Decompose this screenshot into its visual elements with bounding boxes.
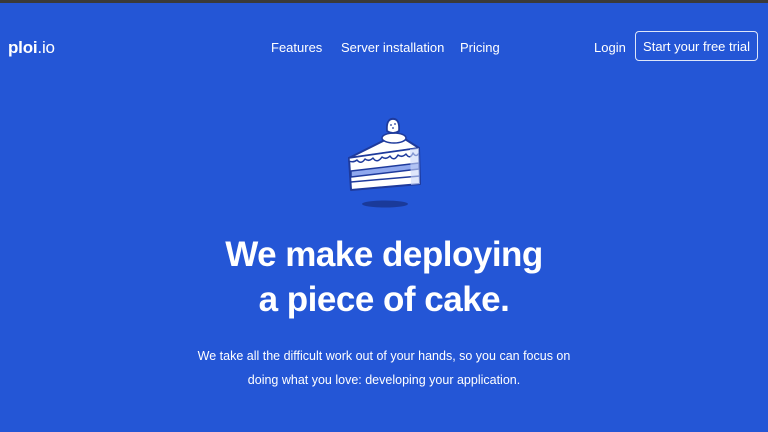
nav-item-server-installation[interactable]: Server installation xyxy=(341,40,444,55)
hero-headline-line-2: a piece of cake. xyxy=(258,280,510,319)
hero-subtext-line-2: doing what you love: developing your app… xyxy=(247,373,521,387)
login-link[interactable]: Login xyxy=(594,40,626,55)
cake-side-shade xyxy=(410,148,420,185)
cake-cream-blob xyxy=(381,132,407,144)
cake-slice-icon xyxy=(340,116,430,212)
nav-item-pricing[interactable]: Pricing xyxy=(460,40,500,55)
browser-top-strip xyxy=(0,0,768,3)
hero-subtext: We take all the difficult work out of yo… xyxy=(0,344,768,392)
nav-item-features[interactable]: Features xyxy=(271,40,322,55)
hero-headline-line-1: We make deploying xyxy=(225,235,543,274)
hero-headline: We make deploying a piece of cake. xyxy=(0,232,768,322)
cake-illustration xyxy=(348,117,421,208)
strawberry xyxy=(385,118,401,134)
cake-shadow xyxy=(362,200,408,208)
start-free-trial-button[interactable]: Start your free trial xyxy=(635,31,758,61)
hero-subtext-line-1: We take all the difficult work out of yo… xyxy=(197,349,571,363)
